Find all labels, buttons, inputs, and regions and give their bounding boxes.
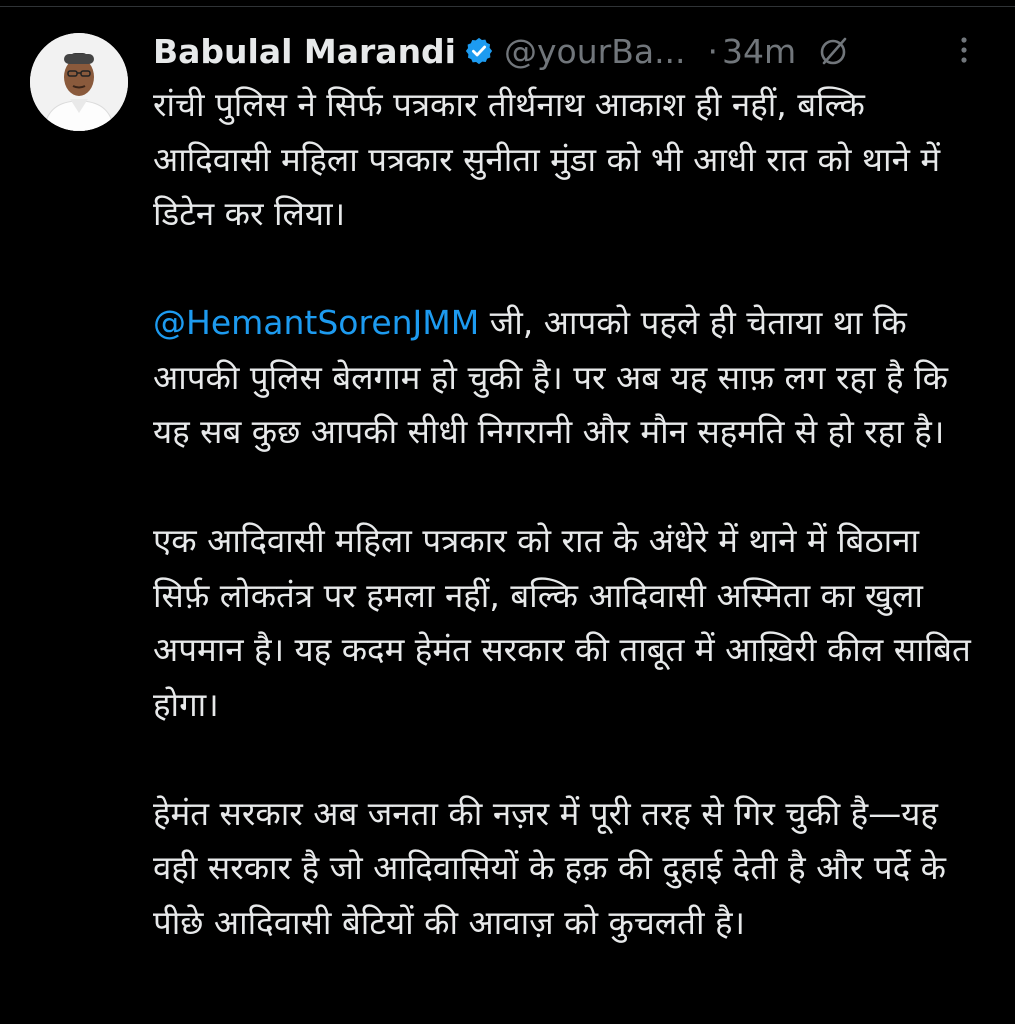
tweet-timestamp[interactable]: 34m (722, 32, 796, 71)
tweet-paragraph-4: हेमंत सरकार अब जनता की नज़र में पूरी तरह… (153, 793, 946, 942)
author-name[interactable]: Babulal Marandi (153, 32, 456, 71)
mention-link[interactable]: @HemantSorenJMM (153, 303, 479, 342)
separator-dot: · (707, 31, 719, 71)
more-vertical-icon[interactable] (952, 34, 976, 68)
tweet-paragraph-2: @HemantSorenJMM जी, आपको पहले ही चेताया … (153, 296, 983, 460)
tweet-paragraph-3: एक आदिवासी महिला पत्रकार को रात के अंधेर… (153, 521, 971, 724)
verified-badge-icon (464, 36, 494, 66)
author-avatar[interactable] (30, 33, 128, 131)
top-divider (0, 6, 1015, 7)
tweet-body: रांची पुलिस ने सिर्फ पत्रकार तीर्थनाथ आक… (153, 78, 983, 950)
tweet-header: Babulal Marandi @yourBa... · 34m (153, 26, 1003, 76)
tweet-paragraph-1: रांची पुलिस ने सिर्फ पत्रकार तीर्थनाथ आक… (153, 85, 941, 233)
avatar-portrait (30, 33, 128, 131)
grok-icon[interactable] (818, 35, 850, 67)
author-handle[interactable]: @yourBa... (504, 32, 686, 71)
